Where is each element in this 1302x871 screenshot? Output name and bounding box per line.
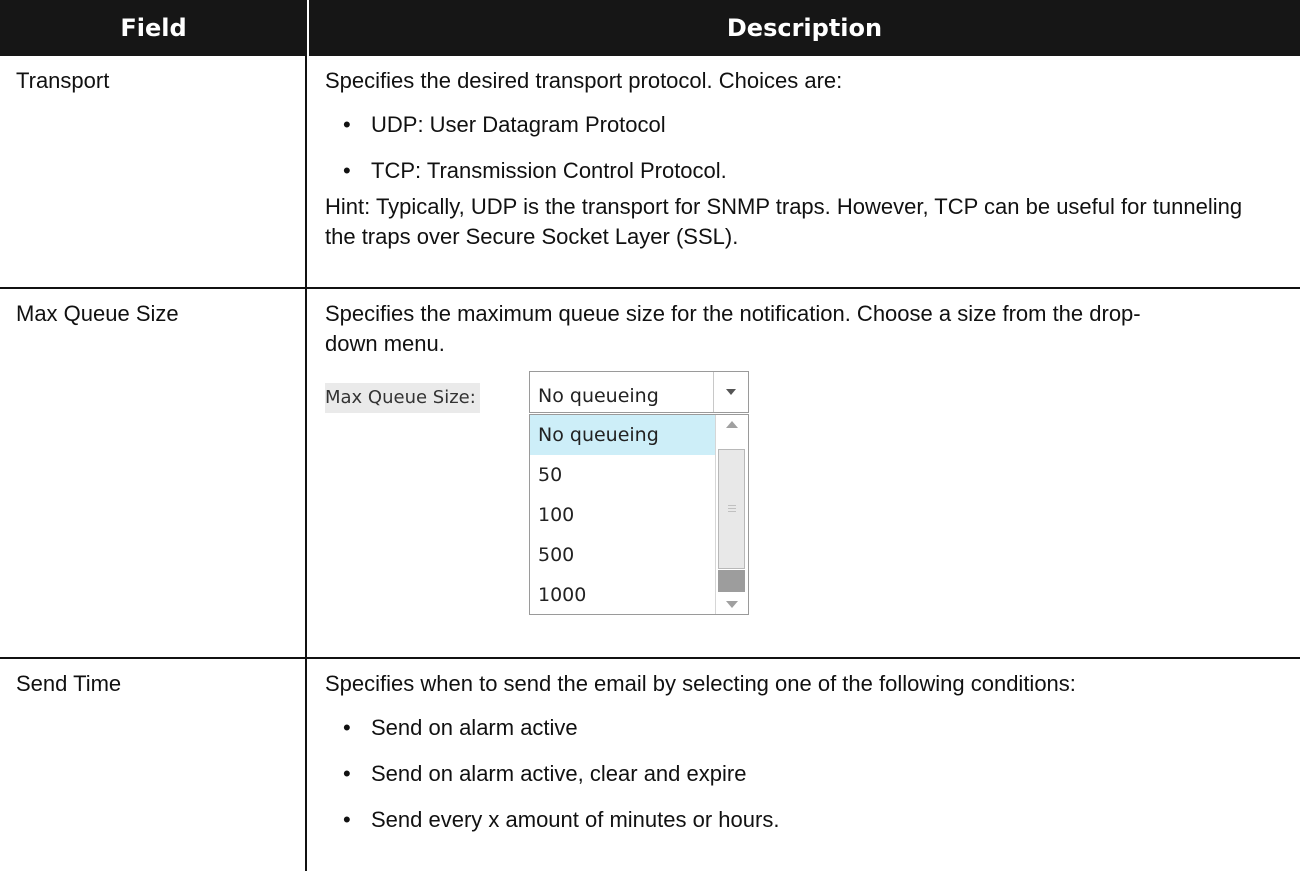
select-value: No queueing xyxy=(538,385,659,407)
max-queue-size-options: No queueing 50 100 500 1000 xyxy=(529,414,749,615)
option-no-queueing[interactable]: No queueing xyxy=(530,415,716,455)
bullet-item: Send every x amount of minutes or hours. xyxy=(325,805,1300,835)
header-field: Field xyxy=(0,0,309,56)
field-name: Transport xyxy=(0,56,307,287)
header-description: Description xyxy=(726,14,883,42)
field-name: Max Queue Size xyxy=(0,289,307,657)
field-name: Send Time xyxy=(0,659,307,871)
chevron-down-icon[interactable] xyxy=(713,372,748,412)
description-intro: Specifies when to send the email by sele… xyxy=(325,671,1076,696)
description-intro: Specifies the maximum queue size for the… xyxy=(325,301,1141,356)
field-description: Specifies the maximum queue size for the… xyxy=(307,289,1300,657)
scroll-down-icon[interactable] xyxy=(726,601,738,608)
option-500[interactable]: 500 xyxy=(530,535,716,575)
bullet-item: TCP: Transmission Control Protocol. xyxy=(325,156,1300,186)
option-100[interactable]: 100 xyxy=(530,495,716,535)
bullet-item: UDP: User Datagram Protocol xyxy=(325,110,1300,140)
table-header: Field Description xyxy=(0,0,1300,56)
hint-text: Hint: Typically, UDP is the transport fo… xyxy=(325,194,1243,249)
max-queue-size-label: Max Queue Size: xyxy=(325,383,480,413)
field-description-table: Field Description Transport Specifies th… xyxy=(0,0,1300,871)
grip-icon xyxy=(728,505,736,514)
max-queue-size-select[interactable]: No queueing xyxy=(529,371,749,413)
table-row-send-time: Send Time Specifies when to send the ema… xyxy=(0,659,1300,871)
max-queue-size-widget: Max Queue Size: No queueing No queueing … xyxy=(325,371,1300,621)
field-description: Specifies the desired transport protocol… xyxy=(307,56,1300,287)
scrollbar-thumb[interactable] xyxy=(718,449,745,569)
listbox-scrollbar[interactable] xyxy=(715,415,748,614)
bullet-item: Send on alarm active xyxy=(325,713,1300,743)
option-50[interactable]: 50 xyxy=(530,455,716,495)
table-row-max-queue-size: Max Queue Size Specifies the maximum que… xyxy=(0,289,1300,659)
field-description: Specifies when to send the email by sele… xyxy=(307,659,1300,871)
option-1000[interactable]: 1000 xyxy=(530,575,716,614)
scrollbar-track xyxy=(718,570,745,592)
scroll-up-icon[interactable] xyxy=(726,421,738,428)
description-intro: Specifies the desired transport protocol… xyxy=(325,68,843,93)
bullet-item: Send on alarm active, clear and expire xyxy=(325,759,1300,789)
table-row-transport: Transport Specifies the desired transpor… xyxy=(0,56,1300,289)
